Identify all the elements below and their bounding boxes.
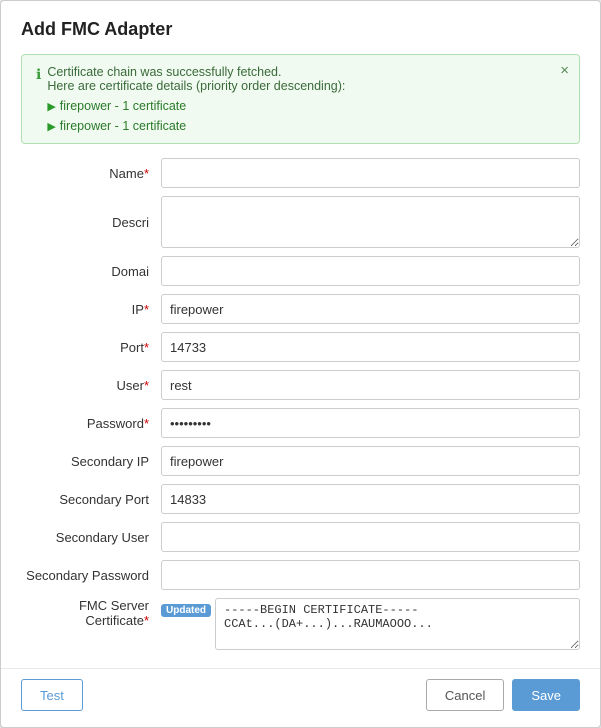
fmc-cert-label: FMC Server Certificate*: [21, 598, 161, 628]
name-required: *: [144, 166, 149, 181]
cert-area-container: Updated -----BEGIN CERTIFICATE----- CCAt…: [161, 598, 580, 650]
password-row: Password*: [21, 408, 580, 438]
dialog-footer: Test Cancel Save: [1, 668, 600, 727]
alert-line2: Here are certificate details (priority o…: [47, 79, 565, 93]
port-label: Port*: [21, 340, 161, 355]
chevron-right-icon-1: ▶: [47, 100, 55, 113]
footer-right: Cancel Save: [426, 679, 580, 711]
secondary-password-input[interactable]: [161, 560, 580, 590]
test-button[interactable]: Test: [21, 679, 83, 711]
password-required: *: [144, 416, 149, 431]
dialog-body: ℹ Certificate chain was successfully fet…: [1, 54, 600, 668]
save-button[interactable]: Save: [512, 679, 580, 711]
ip-row: IP*: [21, 294, 580, 324]
chevron-right-icon-2: ▶: [47, 120, 55, 133]
cert-item-1[interactable]: ▶ firepower - 1 certificate: [47, 99, 565, 113]
fmc-cert-row: FMC Server Certificate* Updated -----BEG…: [21, 598, 580, 650]
certificate-alert: ℹ Certificate chain was successfully fet…: [21, 54, 580, 144]
secondary-port-input[interactable]: [161, 484, 580, 514]
password-label: Password*: [21, 416, 161, 431]
secondary-ip-label: Secondary IP: [21, 454, 161, 469]
port-row: Port*: [21, 332, 580, 362]
port-input[interactable]: [161, 332, 580, 362]
dialog-title: Add FMC Adapter: [1, 1, 600, 54]
add-fmc-adapter-dialog: Add FMC Adapter ℹ Certificate chain was …: [0, 0, 601, 728]
cert-item-2[interactable]: ▶ firepower - 1 certificate: [47, 119, 565, 133]
port-required: *: [144, 340, 149, 355]
cancel-button[interactable]: Cancel: [426, 679, 504, 711]
cert-1-label: firepower - 1 certificate: [60, 99, 186, 113]
user-input[interactable]: [161, 370, 580, 400]
secondary-user-input[interactable]: [161, 522, 580, 552]
description-input[interactable]: [161, 196, 580, 248]
user-label: User*: [21, 378, 161, 393]
description-label: Descri: [21, 215, 161, 230]
alert-header: ℹ Certificate chain was successfully fet…: [36, 65, 565, 133]
description-row: Descri: [21, 196, 580, 248]
name-label: Name*: [21, 166, 161, 181]
secondary-port-row: Secondary Port: [21, 484, 580, 514]
domain-input[interactable]: [161, 256, 580, 286]
domain-label: Domai: [21, 264, 161, 279]
secondary-port-label: Secondary Port: [21, 492, 161, 507]
info-icon: ℹ: [36, 66, 41, 83]
alert-text: Certificate chain was successfully fetch…: [47, 65, 565, 133]
secondary-password-row: Secondary Password: [21, 560, 580, 590]
password-input[interactable]: [161, 408, 580, 438]
secondary-password-label: Secondary Password: [21, 568, 161, 583]
alert-close-button[interactable]: ×: [560, 63, 569, 78]
cert-2-label: firepower - 1 certificate: [60, 119, 186, 133]
fmc-cert-required: *: [144, 613, 149, 628]
ip-label: IP*: [21, 302, 161, 317]
domain-row: Domai: [21, 256, 580, 286]
updated-badge: Updated: [161, 604, 211, 617]
alert-line1: Certificate chain was successfully fetch…: [47, 65, 565, 79]
secondary-ip-row: Secondary IP: [21, 446, 580, 476]
user-required: *: [144, 378, 149, 393]
secondary-user-label: Secondary User: [21, 530, 161, 545]
secondary-user-row: Secondary User: [21, 522, 580, 552]
ip-required: *: [144, 302, 149, 317]
name-input[interactable]: [161, 158, 580, 188]
fmc-cert-textarea[interactable]: -----BEGIN CERTIFICATE----- CCAt...(DA+.…: [215, 598, 580, 650]
ip-input[interactable]: [161, 294, 580, 324]
name-row: Name*: [21, 158, 580, 188]
user-row: User*: [21, 370, 580, 400]
secondary-ip-input[interactable]: [161, 446, 580, 476]
